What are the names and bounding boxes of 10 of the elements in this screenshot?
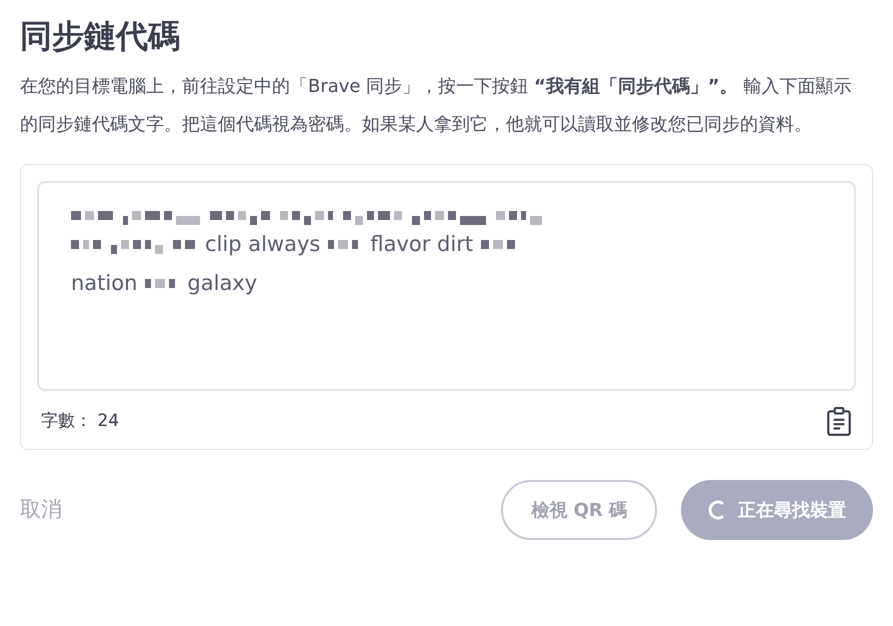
code-word: nation <box>71 270 138 297</box>
code-text-area[interactable]: clip always flavor dirt nation galaxy <box>37 181 856 391</box>
clipboard-icon[interactable] <box>826 407 852 437</box>
spinner-icon <box>708 500 726 520</box>
code-word: galaxy <box>187 270 258 297</box>
word-count-label: 字數： 24 <box>41 410 120 434</box>
code-word: flavor dirt <box>370 231 474 258</box>
code-word: clip always <box>205 231 320 258</box>
dialog-title: 同步鏈代碼 <box>20 16 181 57</box>
instructions-text: 在您的目標電腦上，前往設定中的「Brave 同步」，按一下按鈕 “我有組「同步代碼」”。 輸入下面顯示的同步鏈代碼文字。把這個代碼視為密碼。如果某人拿到它，他就可以讀取並修改您已同步的資料。 <box>20 75 852 137</box>
